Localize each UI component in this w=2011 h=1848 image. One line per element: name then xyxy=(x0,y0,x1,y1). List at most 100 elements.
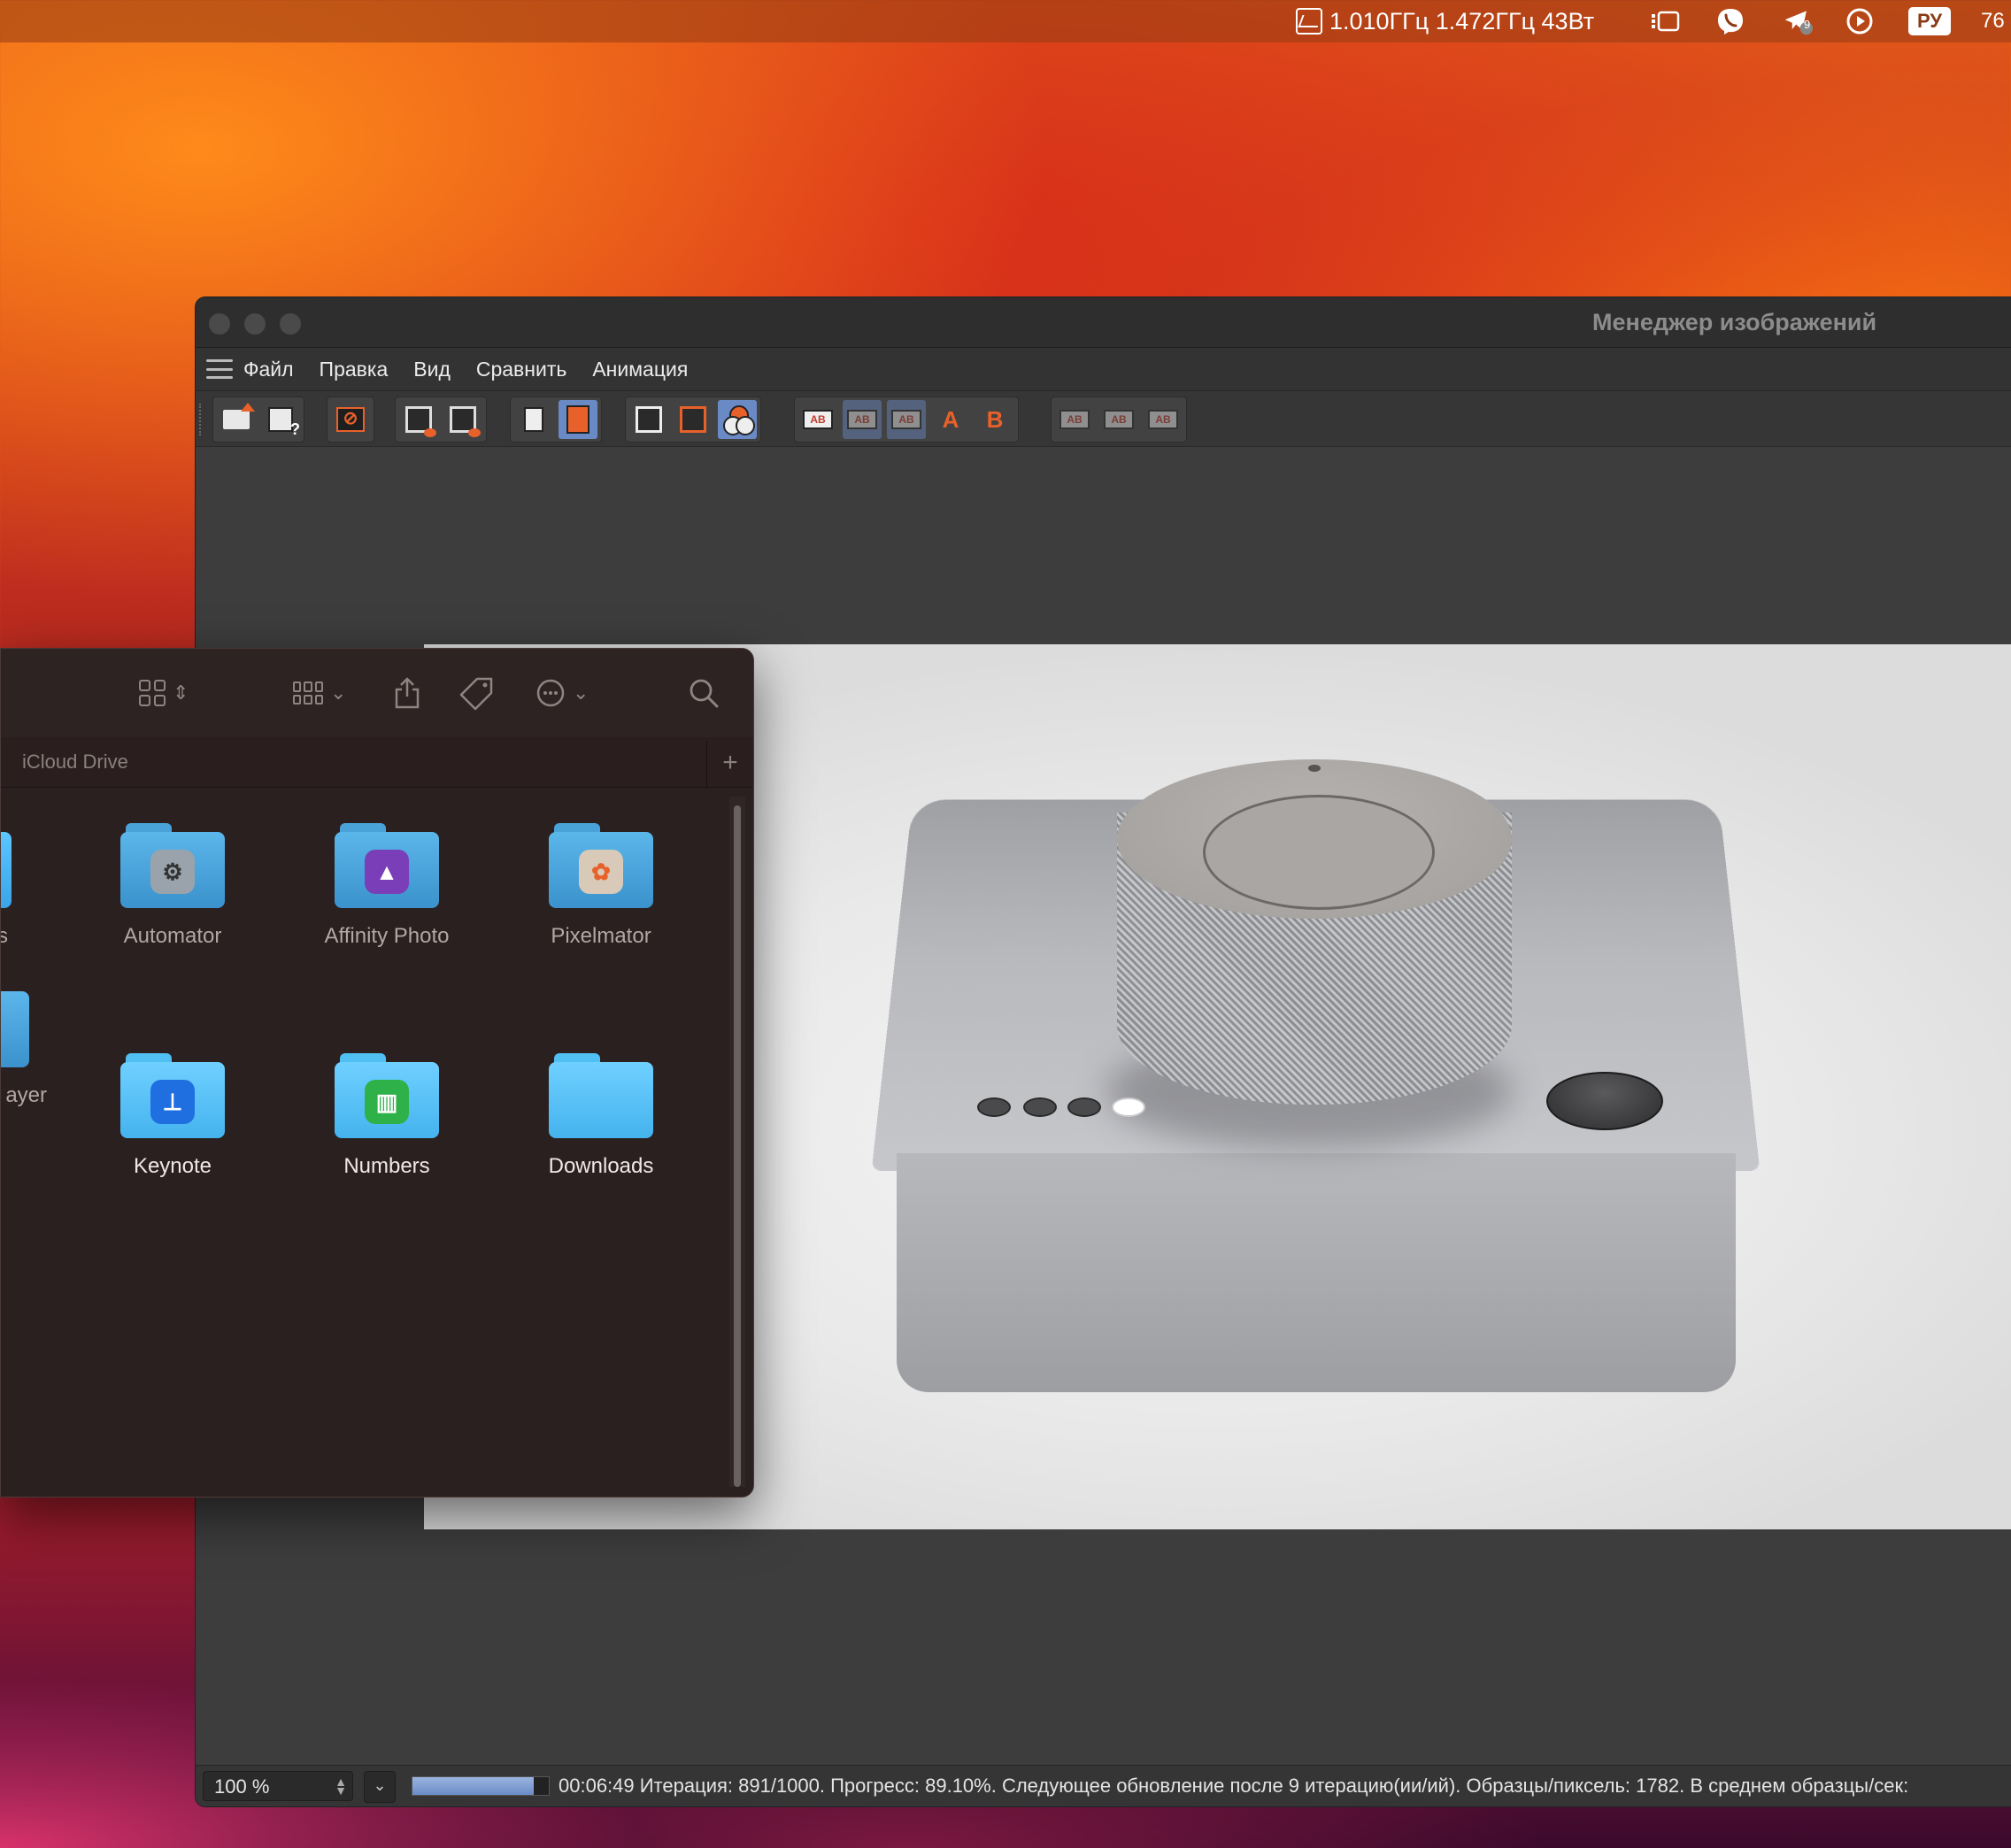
status-led xyxy=(1067,1097,1101,1117)
view-mode-button[interactable]: ⇕ xyxy=(139,674,189,712)
menu-animation[interactable]: Анимация xyxy=(592,358,688,381)
search-icon xyxy=(690,679,719,708)
zoom-dropdown-button[interactable]: ⌄ xyxy=(364,1771,396,1803)
menu-edit[interactable]: Правка xyxy=(320,358,389,381)
export-user-button[interactable] xyxy=(443,400,482,439)
chevron-down-icon: ⌄ xyxy=(330,681,347,704)
view-eye-orange-icon xyxy=(680,406,706,433)
layout-diagonal-icon: AB xyxy=(1148,410,1178,429)
activity-monitor-icon xyxy=(1296,8,1322,35)
input-language-badge[interactable]: РУ xyxy=(1908,7,1951,35)
menu-view[interactable]: Вид xyxy=(413,358,451,381)
folder-icon xyxy=(1,823,12,908)
list-item[interactable]: Downloads xyxy=(512,1053,690,1179)
compare-ab-button[interactable]: AB xyxy=(798,400,837,439)
status-led xyxy=(1023,1097,1057,1117)
view-a-button[interactable] xyxy=(629,400,668,439)
item-label: Pixelmator xyxy=(551,924,651,948)
tag-button[interactable] xyxy=(459,674,495,712)
delete-image-button[interactable] xyxy=(514,400,553,439)
chevron-down-icon: ⌄ xyxy=(573,681,589,704)
telegram-icon[interactable]: 9 xyxy=(1783,7,1813,35)
new-tab-button[interactable]: + xyxy=(706,741,753,787)
group-by-button[interactable]: ⌄ xyxy=(293,674,346,712)
finder-window: ⇕ ⌄ ⌄ iCloud Drive + s ayer xyxy=(0,648,754,1498)
item-label: Numbers xyxy=(343,1154,430,1178)
share-button[interactable] xyxy=(394,674,420,712)
list-item[interactable]: ayer xyxy=(1,982,47,1108)
list-item[interactable]: ✿ Pixelmator xyxy=(512,823,690,949)
app-menu-bar: Файл Правка Вид Сравнить Анимация xyxy=(196,348,2011,391)
open-image-button[interactable] xyxy=(217,400,256,439)
layout-horizontal-button[interactable]: AB xyxy=(1055,400,1094,439)
film-strip-button[interactable] xyxy=(559,400,597,439)
toolbar-grip[interactable] xyxy=(199,404,204,435)
rgb-channels-icon xyxy=(723,405,755,435)
minimize-button[interactable] xyxy=(244,313,266,335)
battery-level[interactable]: 76 xyxy=(1981,0,2005,42)
add-to-grid-button[interactable] xyxy=(399,400,438,439)
list-item[interactable]: ▲ Affinity Photo xyxy=(298,823,475,949)
stop-render-button[interactable]: ⊘ xyxy=(331,400,370,439)
automator-icon: ⚙ xyxy=(120,823,225,908)
render-progress-fill xyxy=(412,1777,535,1795)
close-button[interactable] xyxy=(209,313,230,335)
grid-export-icon xyxy=(405,406,436,437)
tab-icloud-drive[interactable]: iCloud Drive xyxy=(22,737,128,787)
list-item[interactable]: ⊥ Keynote xyxy=(84,1053,261,1179)
toolbar-group-export xyxy=(395,397,487,443)
ellipsis-circle-icon xyxy=(536,679,565,707)
trash-icon xyxy=(524,407,543,432)
more-actions-button[interactable]: ⌄ xyxy=(535,674,589,712)
group-grid-icon xyxy=(293,681,323,705)
open-folder-icon xyxy=(223,403,255,429)
list-item[interactable]: ▥ Numbers xyxy=(298,1053,475,1179)
set-b-icon: B xyxy=(986,405,1004,433)
play-icon[interactable] xyxy=(1845,7,1875,35)
zoom-value: 100 % xyxy=(214,1775,270,1798)
save-disk-icon xyxy=(268,407,300,439)
scrollbar-thumb[interactable] xyxy=(734,805,741,1487)
menu-compare[interactable]: Сравнить xyxy=(476,358,566,381)
icon-view-icon xyxy=(139,680,166,706)
telegram-badge: 9 xyxy=(1804,18,1811,31)
layout-horizontal-icon: AB xyxy=(1059,410,1090,429)
finder-toolbar: ⇕ ⌄ ⌄ xyxy=(1,649,753,738)
toolbar-group-delete xyxy=(510,397,602,443)
view-b-button[interactable] xyxy=(674,400,713,439)
item-label: Keynote xyxy=(133,1154,212,1178)
stage-manager-icon[interactable] xyxy=(1650,7,1680,35)
numbers-icon: ▥ xyxy=(335,1053,439,1138)
menu-file[interactable]: Файл xyxy=(243,358,294,381)
system-stats[interactable]: 1.010ГГц 1.472ГГц 43Вт xyxy=(1296,0,1594,42)
zoom-field[interactable]: 100 % ▲ ▼ xyxy=(203,1771,353,1801)
layout-diagonal-button[interactable]: AB xyxy=(1144,400,1183,439)
view-channels-button[interactable] xyxy=(718,400,757,439)
compare-ab-split-button[interactable]: AB xyxy=(843,400,882,439)
layout-vertical-button[interactable]: AB xyxy=(1099,400,1138,439)
clapper-stop-icon: ⊘ xyxy=(336,407,365,432)
compare-ab-view-button[interactable]: AB xyxy=(887,400,926,439)
knob-indicator-dot xyxy=(1308,765,1321,772)
toolbar-group-compare: AB AB AB A B xyxy=(794,397,1019,443)
save-image-button[interactable] xyxy=(261,400,300,439)
hamburger-menu-icon[interactable] xyxy=(206,359,233,379)
knob-inner-ring xyxy=(1203,795,1435,910)
system-stats-text: 1.010ГГц 1.472ГГц 43Вт xyxy=(1329,7,1595,35)
toolbar-group-render: ⊘ xyxy=(327,397,374,443)
tag-icon xyxy=(459,677,493,711)
item-label: Downloads xyxy=(548,1154,654,1178)
finder-tab-bar: iCloud Drive + xyxy=(1,737,753,788)
view-eye-icon xyxy=(636,406,662,433)
status-led xyxy=(977,1097,1011,1117)
set-a-button[interactable]: A xyxy=(931,400,970,439)
viber-icon[interactable] xyxy=(1715,7,1745,35)
zoom-button[interactable] xyxy=(280,313,301,335)
search-button[interactable] xyxy=(688,674,720,712)
list-item[interactable]: s xyxy=(1,823,12,949)
set-b-button[interactable]: B xyxy=(975,400,1014,439)
film-strip-icon xyxy=(566,405,589,434)
user-export-icon xyxy=(450,406,481,437)
zoom-stepper-icon[interactable]: ▲ ▼ xyxy=(335,1775,347,1797)
list-item[interactable]: ⚙ Automator xyxy=(84,823,261,949)
